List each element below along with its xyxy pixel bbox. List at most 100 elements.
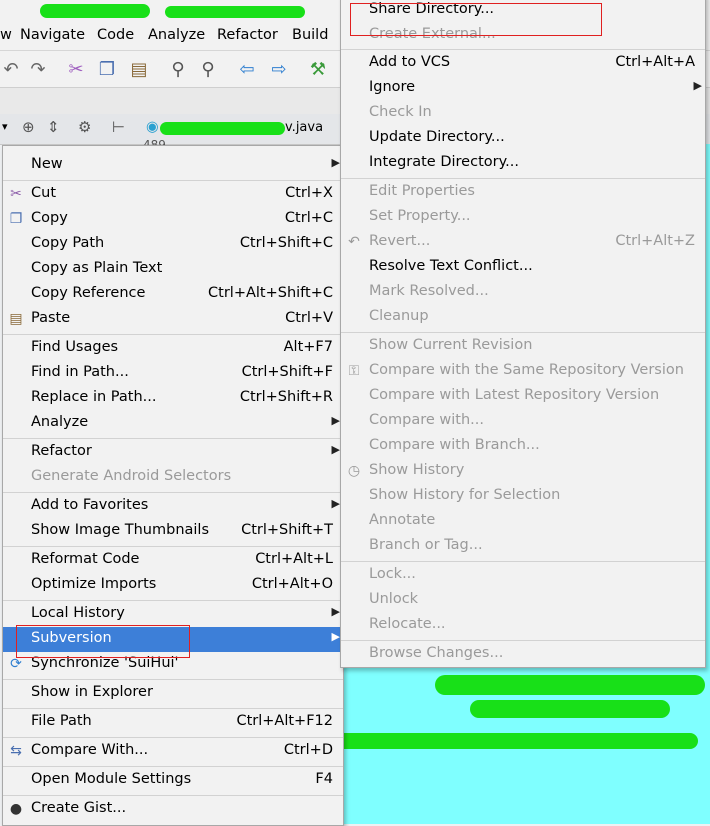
menu-item-compare-with: Compare with... <box>369 412 484 428</box>
menu-item-file-path[interactable]: File Path Ctrl+Alt+F12 <box>3 710 343 735</box>
menu-item-copy[interactable]: ❐ Copy Ctrl+C <box>3 207 343 232</box>
menubar-item-view[interactable]: w <box>0 27 12 43</box>
submenu-arrow-icon: ▶ <box>331 605 340 618</box>
menubar-item-analyze[interactable]: Analyze <box>148 27 205 43</box>
collapse-icon[interactable]: ⇕ <box>47 118 60 136</box>
annotation-highlight-box <box>350 3 602 36</box>
menu-item-replace-in-path[interactable]: Replace in Path... Ctrl+Shift+R <box>3 386 343 411</box>
menu-separator <box>3 438 343 439</box>
menu-item-compare-same-repo-version: ⚿ Compare with the Same Repository Versio… <box>341 359 705 384</box>
back-icon[interactable]: ⇦ <box>236 59 258 80</box>
menu-item-find-in-path[interactable]: Find in Path... Ctrl+Shift+F <box>3 361 343 386</box>
submenu-arrow-icon: ▶ <box>331 443 340 456</box>
project-context-menu: New ▶ ✂ Cut Ctrl+X ❐ Copy Ctrl+C Copy Path Ctr… <box>2 145 344 826</box>
menu-item-branch-or-tag: Branch or Tag... <box>369 537 483 553</box>
menu-item-local-history[interactable]: Local History ▶ <box>3 602 343 627</box>
menu-separator <box>3 766 343 767</box>
menu-item-mark-resolved: Mark Resolved... <box>369 283 489 299</box>
redaction-scribble <box>435 675 705 695</box>
menu-item-annotate: Annotate <box>369 512 436 528</box>
menu-separator <box>341 178 705 179</box>
paste-icon[interactable]: ▤ <box>128 59 150 80</box>
menu-item-copy-path[interactable]: Copy Path Ctrl+Shift+C <box>3 232 343 257</box>
submenu-arrow-icon: ▶ <box>331 156 340 169</box>
menu-item-compare-latest-repo-version: Compare with Latest Repository Version <box>369 387 660 403</box>
find-icon[interactable]: ⚲ <box>167 59 189 80</box>
menu-separator <box>341 49 705 50</box>
menu-separator <box>341 640 705 641</box>
submenu-arrow-icon: ▶ <box>693 79 702 92</box>
menu-separator <box>3 795 343 796</box>
undo-icon[interactable]: ↶ <box>0 59 22 80</box>
menu-item-browse-changes: Browse Changes... <box>369 645 504 661</box>
dropdown-arrow-icon[interactable]: ▾ <box>2 120 8 133</box>
java-class-icon: ◉ <box>146 119 159 135</box>
menu-item-optimize-imports[interactable]: Optimize Imports Ctrl+Alt+O <box>3 573 343 598</box>
paste-icon: ▤ <box>9 311 23 327</box>
redaction-scribble <box>470 700 670 718</box>
menu-item-refactor[interactable]: Refactor ▶ <box>3 440 343 465</box>
redaction-scribble <box>160 122 285 135</box>
menu-separator <box>3 708 343 709</box>
menubar-item-navigate[interactable]: Navigate <box>20 27 85 43</box>
menu-item-analyze[interactable]: Analyze ▶ <box>3 411 343 436</box>
menu-separator <box>3 180 343 181</box>
copy-icon: ❐ <box>9 211 23 227</box>
menu-item-add-to-favorites[interactable]: Add to Favorites ▶ <box>3 494 343 519</box>
menu-item-open-module-settings[interactable]: Open Module Settings F4 <box>3 768 343 793</box>
menubar-item-build[interactable]: Build <box>292 27 328 43</box>
menu-separator <box>3 546 343 547</box>
replace-icon[interactable]: ⚲ <box>197 59 219 80</box>
menu-item-add-to-vcs[interactable]: Add to VCS Ctrl+Alt+A <box>341 51 705 76</box>
menu-item-copy-reference[interactable]: Copy Reference Ctrl+Alt+Shift+C <box>3 282 343 307</box>
menu-item-paste[interactable]: ▤ Paste Ctrl+V <box>3 307 343 332</box>
menu-item-find-usages[interactable]: Find Usages Alt+F7 <box>3 336 343 361</box>
menu-item-show-history-for-selection: Show History for Selection <box>369 487 561 503</box>
redaction-scribble <box>165 6 305 18</box>
copy-icon[interactable]: ❐ <box>96 59 118 80</box>
menu-item-reformat-code[interactable]: Reformat Code Ctrl+Alt+L <box>3 548 343 573</box>
menubar-item-refactor[interactable]: Refactor <box>217 27 278 43</box>
menu-item-new[interactable]: New ▶ <box>3 153 343 178</box>
target-icon[interactable]: ⊕ <box>22 118 35 136</box>
menu-item-create-gist[interactable]: ● Create Gist... <box>3 797 343 822</box>
build-hammer-icon[interactable]: ⚒ <box>307 59 329 80</box>
menu-separator <box>3 737 343 738</box>
compare-icon: ⇆ <box>10 743 22 759</box>
menu-item-relocate: Relocate... <box>369 616 446 632</box>
menu-item-unlock: Unlock <box>369 591 419 607</box>
menu-item-integrate-directory[interactable]: Integrate Directory... <box>341 151 705 176</box>
redaction-scribble <box>40 4 150 18</box>
submenu-arrow-icon: ▶ <box>331 414 340 427</box>
settings-gear-icon[interactable]: ⚙ <box>78 118 91 136</box>
editor-tab-label[interactable]: v.java <box>285 120 323 135</box>
menu-separator <box>341 561 705 562</box>
menu-item-update-directory[interactable]: Update Directory... <box>341 126 705 151</box>
menu-separator <box>3 334 343 335</box>
menu-item-show-current-revision: Show Current Revision <box>369 337 533 353</box>
menu-item-show-image-thumbnails[interactable]: Show Image Thumbnails Ctrl+Shift+T <box>3 519 343 544</box>
menu-item-set-property: Set Property... <box>369 208 471 224</box>
menu-separator <box>3 600 343 601</box>
cut-icon[interactable]: ✂ <box>65 59 87 80</box>
history-icon: ◷ <box>347 463 361 479</box>
menu-item-resolve-text-conflict[interactable]: Resolve Text Conflict... <box>341 255 705 280</box>
redaction-scribble <box>328 733 698 749</box>
hide-panel-icon[interactable]: ⊢ <box>112 118 125 136</box>
menu-item-lock: Lock... <box>369 566 416 582</box>
submenu-arrow-icon: ▶ <box>331 630 340 643</box>
menu-item-ignore[interactable]: Ignore ▶ <box>341 76 705 101</box>
menu-item-copy-as-plain-text[interactable]: Copy as Plain Text <box>3 257 343 282</box>
menu-item-cleanup: Cleanup <box>369 308 429 324</box>
forward-icon[interactable]: ⇨ <box>268 59 290 80</box>
menu-item-cut[interactable]: ✂ Cut Ctrl+X <box>3 182 343 207</box>
menu-separator <box>341 332 705 333</box>
menu-item-compare-with[interactable]: ⇆ Compare With... Ctrl+D <box>3 739 343 764</box>
menubar-item-code[interactable]: Code <box>97 27 134 43</box>
revert-icon: ↶ <box>348 234 360 250</box>
menu-item-edit-properties: Edit Properties <box>369 183 475 199</box>
annotation-highlight-box <box>16 625 190 658</box>
redo-icon[interactable]: ↷ <box>27 59 49 80</box>
menu-item-show-in-explorer[interactable]: Show in Explorer <box>3 681 343 706</box>
github-icon: ● <box>9 801 23 817</box>
